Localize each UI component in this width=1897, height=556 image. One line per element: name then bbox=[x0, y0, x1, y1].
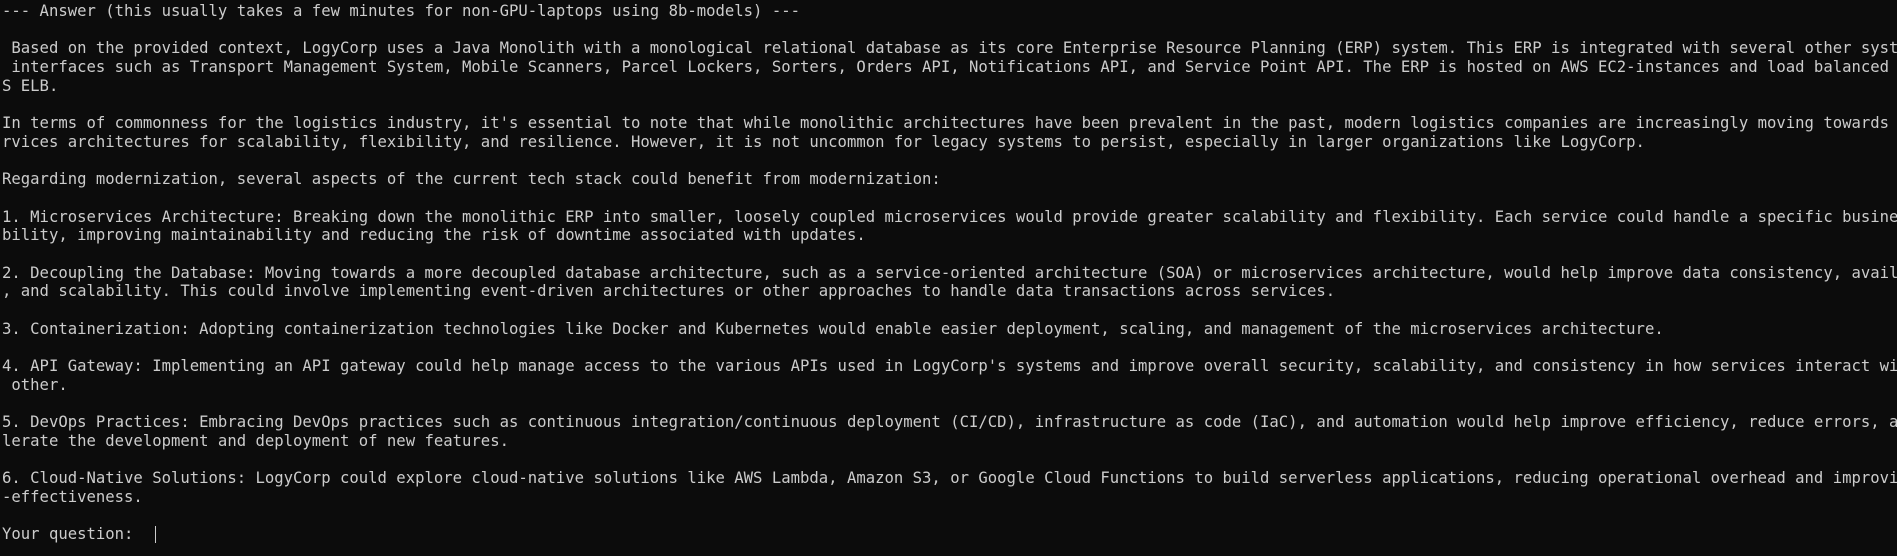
output-line: -effectiveness. bbox=[2, 487, 143, 506]
output-line: lerate the development and deployment of… bbox=[2, 431, 509, 450]
output-line: 6. Cloud-Native Solutions: LogyCorp coul… bbox=[2, 469, 1897, 488]
output-line: In terms of commonness for the logistics… bbox=[2, 114, 1897, 133]
output-line: rvices architectures for scalability, fl… bbox=[2, 132, 1645, 151]
output-line: Regarding modernization, several aspects… bbox=[2, 170, 941, 189]
answer-output: Based on the provided context, LogyCorp … bbox=[2, 21, 1897, 526]
output-line: 3. Containerization: Adopting containeri… bbox=[2, 319, 1664, 338]
output-line: 1. Microservices Architecture: Breaking … bbox=[2, 207, 1897, 226]
output-line: , and scalability. This could involve im… bbox=[2, 282, 1336, 301]
output-line: other. bbox=[2, 375, 68, 394]
output-line: S ELB. bbox=[2, 76, 59, 95]
question-prompt[interactable]: Your question: bbox=[2, 525, 1897, 544]
output-line: 2. Decoupling the Database: Moving towar… bbox=[2, 263, 1897, 282]
text-cursor bbox=[154, 526, 156, 544]
output-line: 5. DevOps Practices: Embracing DevOps pr… bbox=[2, 413, 1897, 432]
output-line: bility, improving maintainability and re… bbox=[2, 226, 866, 245]
output-line: 4. API Gateway: Implementing an API gate… bbox=[2, 357, 1897, 376]
prompt-label: Your question: bbox=[2, 525, 143, 544]
output-line: Based on the provided context, LogyCorp … bbox=[2, 39, 1897, 58]
question-input[interactable] bbox=[143, 526, 153, 544]
terminal-window: --- Answer (this usually takes a few min… bbox=[0, 0, 1897, 556]
answer-header: --- Answer (this usually takes a few min… bbox=[2, 2, 800, 20]
output-line: interfaces such as Transport Management … bbox=[2, 58, 1897, 77]
